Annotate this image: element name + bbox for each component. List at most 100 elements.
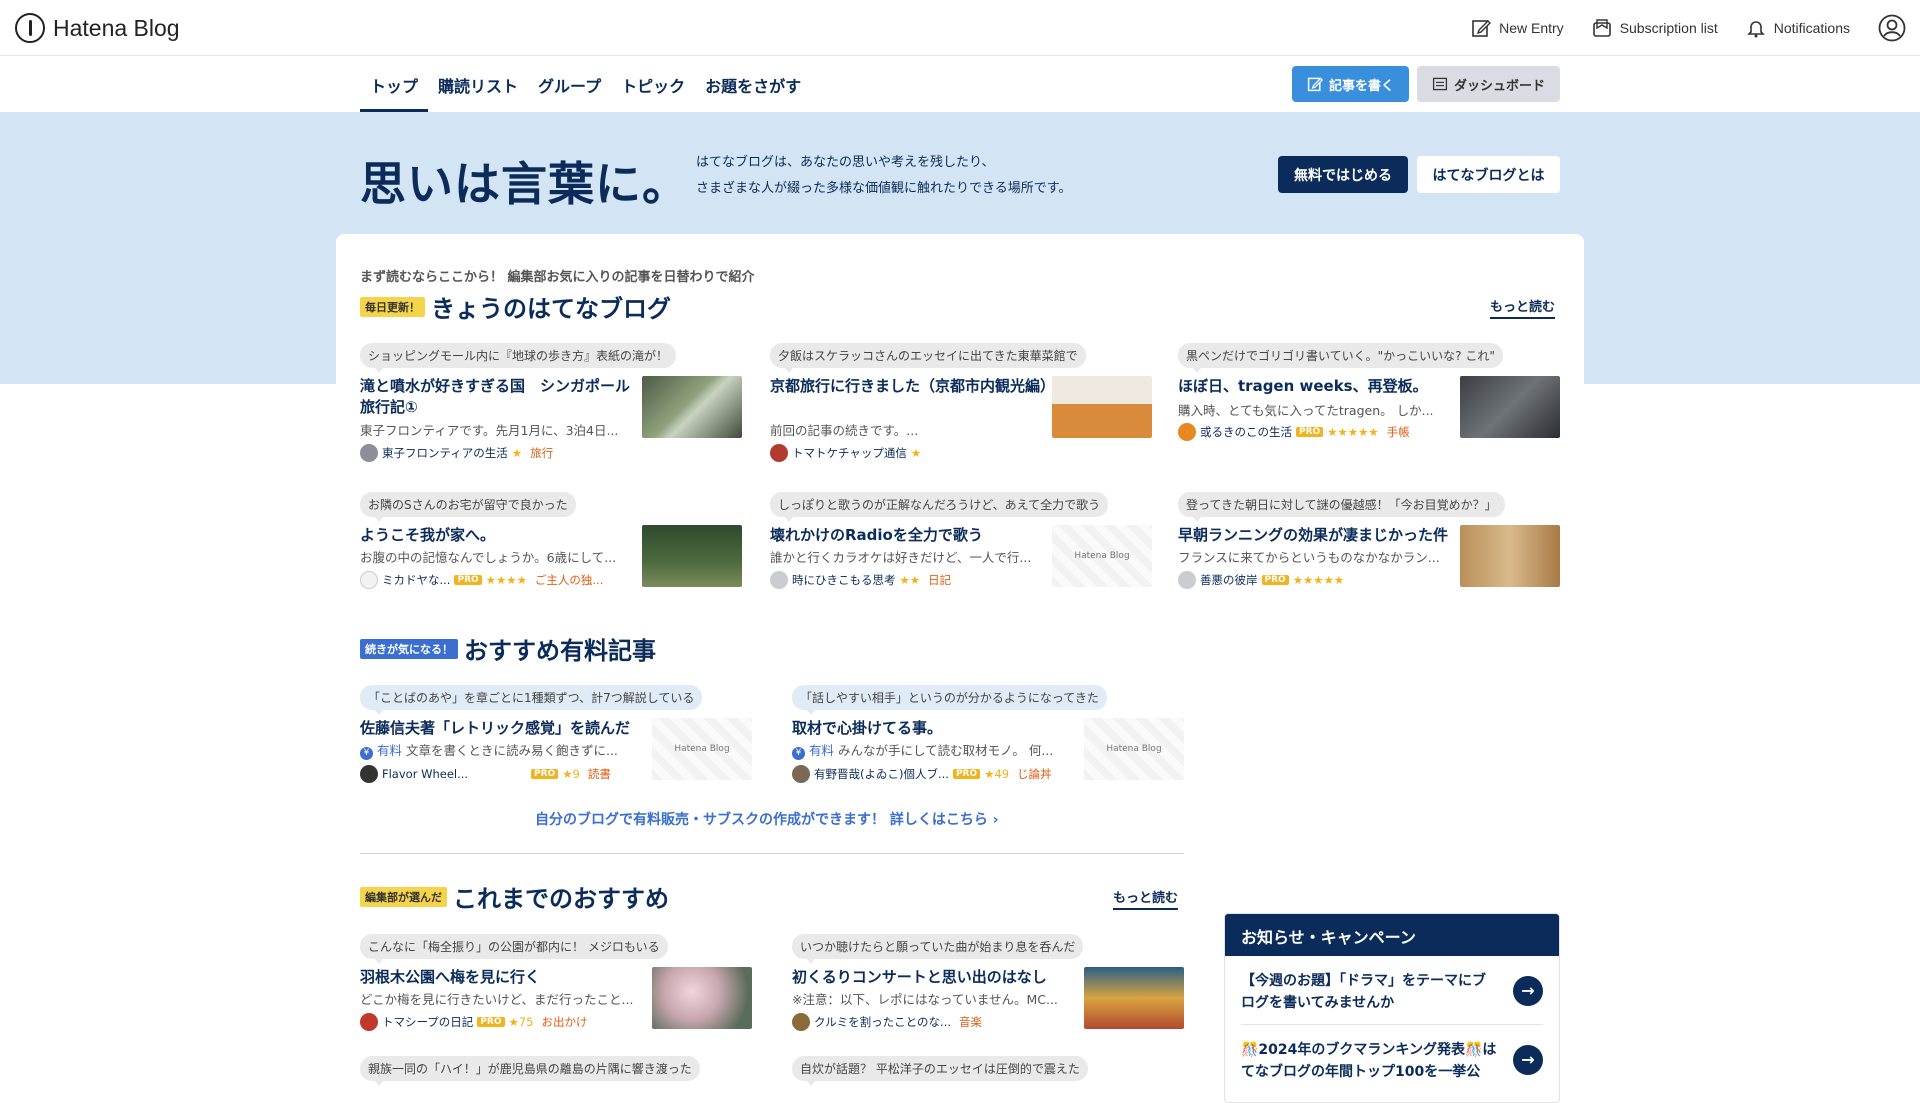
new-entry-label: New Entry	[1499, 20, 1564, 36]
article-excerpt: 文章を書くときに読み易く飽きずに...	[405, 743, 618, 758]
blog-name[interactable]: クルミを割ったことのな...	[814, 1014, 951, 1030]
article-title[interactable]: 佐藤信夫著「レトリック感覚」を読んだ	[360, 718, 640, 739]
pro-badge: PRO	[952, 769, 981, 779]
blog-name[interactable]: 東子フロンティアの生活	[382, 445, 508, 461]
article-meta: Flavor Wheel... PRO ★9 読書	[360, 765, 620, 783]
article-bubble: いつか聴けたらと願っていた曲が始まり息を呑んだ	[792, 934, 1084, 964]
paid-article-card[interactable]: 「話しやすい相手」というのが分かるようになってきた 取材で心掛けてる事。 ¥ 有…	[792, 685, 1184, 784]
top-bar: Hatena Blog New Entry Subscription list …	[0, 0, 1920, 56]
paid-badge: 続きが気になる！	[360, 638, 458, 659]
news-item[interactable]: 🎊2024年のブクマランキング発表🎊はてなブログの年間トップ100を一挙公 →	[1241, 1025, 1543, 1093]
blog-avatar	[360, 765, 378, 783]
article-title[interactable]: ようこそ我が家へ。	[360, 525, 640, 546]
category-tag[interactable]: お出かけ	[541, 1014, 587, 1030]
article-card[interactable]: 親族一同の「ハイ！」が鹿児島県の離島の片隅に響き渡った	[360, 1056, 752, 1086]
article-title[interactable]: 初くるりコンサートと思い出のはなし	[792, 967, 1072, 988]
hatena-logo[interactable]: Hatena Blog	[15, 13, 180, 43]
blog-name[interactable]: ミカドヤな...	[382, 572, 450, 588]
article-card[interactable]: いつか聴けたらと願っていた曲が始まり息を呑んだ 初くるりコンサートと思い出のはな…	[792, 934, 1184, 1033]
category-tag[interactable]: ご主人の独...	[535, 572, 603, 588]
category-tag[interactable]: 読書	[588, 766, 611, 782]
today-badge: 毎日更新！	[360, 296, 425, 317]
article-bubble: 夕飯はスケラッコさんのエッセイに出てきた東華菜館で	[770, 343, 1086, 373]
article-thumbnail[interactable]	[1052, 376, 1152, 438]
tab-topics[interactable]: トピック	[611, 56, 695, 112]
article-thumbnail[interactable]	[642, 525, 742, 587]
article-thumbnail-placeholder[interactable]: Hatena Blog	[1084, 718, 1184, 780]
article-card[interactable]: 夕飯はスケラッコさんのエッセイに出てきた東華菜館で 京都旅行に行きました（京都市…	[770, 343, 1152, 462]
blog-name[interactable]: 善悪の彼岸	[1200, 572, 1258, 588]
article-title[interactable]: ほぼ日、tragen weeks、再登板。	[1178, 376, 1458, 397]
blog-name[interactable]: 有野晋哉(よゐこ)個人ブ...	[814, 766, 949, 782]
tab-subscriptions[interactable]: 購読リスト	[428, 56, 528, 112]
blog-name[interactable]: トマシープの日記	[382, 1014, 473, 1030]
notifications-link[interactable]: Notifications	[1746, 18, 1850, 38]
category-tag[interactable]: じ論丼	[1017, 766, 1052, 782]
article-card[interactable]: 黒ペンだけでゴリゴリ書いていく。"かっこいいな? これ" ほぼ日、tragen …	[1178, 343, 1560, 442]
news-campaign-panel: お知らせ・キャンペーン 【今週のお題】「ドラマ」をテーマにブログを書いてみません…	[1224, 913, 1560, 1103]
article-title[interactable]: 取材で心掛けてる事。	[792, 718, 1072, 739]
blog-name[interactable]: トマトケチャップ通信	[792, 445, 907, 461]
article-card[interactable]: こんなに「梅全振り」の公園が都内に！ メジロもいる 羽根木公園へ梅を見に行く ど…	[360, 934, 752, 1033]
subscription-list-link[interactable]: Subscription list	[1592, 18, 1718, 38]
article-card[interactable]: しっぽりと歌うのが正解なんだろうけど、あえて全力で歌う 壊れかけのRadioを全…	[770, 492, 1152, 591]
article-title[interactable]: 滝と噴水が好きすぎる国 シンガポール旅行記①	[360, 376, 640, 418]
top-nav: New Entry Subscription list Notification…	[1471, 14, 1920, 42]
article-excerpt: ※注意：以下、レポにはなっていません。MC...	[792, 992, 1058, 1007]
news-item-label: 【今週のお題】「ドラマ」をテーマにブログを書いてみませんか	[1241, 973, 1486, 1011]
article-body: 取材で心掛けてる事。 ¥ 有料 みんなが手にして読む取材モノ。 何... 有野晋…	[792, 718, 1184, 784]
article-meta: 東子フロンティアの生活 ★ 旅行	[360, 444, 553, 462]
tab-find-themes[interactable]: お題をさがす	[695, 56, 811, 112]
tab-top[interactable]: トップ	[360, 56, 429, 112]
article-thumbnail[interactable]	[1460, 376, 1560, 438]
section-divider	[360, 853, 1184, 854]
article-card[interactable]: 登ってきた朝日に対して謎の優越感！「今お目覚めか？」 早朝ランニングの効果が凄ま…	[1178, 492, 1560, 591]
today-more-link[interactable]: もっと読む	[1490, 296, 1556, 319]
article-card[interactable]: ショッピングモール内に『地球の歩き方』表紙の滝が！ 滝と噴水が好きすぎる国 シン…	[360, 343, 742, 462]
article-title[interactable]: 羽根木公園へ梅を見に行く	[360, 967, 640, 988]
chevron-right-icon: ›	[992, 812, 999, 828]
new-entry-link[interactable]: New Entry	[1471, 18, 1564, 38]
recommend-section-header: 編集部が選んだ これまでのおすすめ	[360, 879, 669, 914]
paid-info-link[interactable]: 自分のブログで有料販売・サブスクの作成ができます！ 詳しくはこちら ›	[535, 809, 999, 829]
blog-name[interactable]: 或るきのこの生活	[1200, 424, 1292, 440]
category-tag[interactable]: 日記	[928, 572, 951, 588]
article-title[interactable]: 京都旅行に行きました（京都市内観光編）	[770, 376, 1055, 397]
article-thumbnail[interactable]	[1084, 967, 1184, 1029]
paid-title: おすすめ有料記事	[464, 637, 656, 665]
article-body: 初くるりコンサートと思い出のはなし ※注意：以下、レポにはなっていません。MC.…	[792, 967, 1184, 1033]
article-title[interactable]: 壊れかけのRadioを全力で歌う	[770, 525, 1050, 546]
recommend-more-link[interactable]: もっと読む	[1113, 887, 1179, 910]
category-tag[interactable]: 手帳	[1387, 424, 1410, 440]
article-excerpt: みんなが手にして読む取材モノ。 何...	[837, 743, 1054, 758]
paid-article-card[interactable]: 「ことばのあや」を章ごとに1種類ずつ、計7つ解説している 佐藤信夫著「レトリック…	[360, 685, 752, 784]
article-thumbnail[interactable]	[642, 376, 742, 438]
article-thumbnail[interactable]	[652, 967, 752, 1029]
yen-icon: ¥	[360, 747, 373, 760]
arrow-right-icon[interactable]: →	[1513, 976, 1543, 1006]
notifications-label: Notifications	[1773, 20, 1850, 36]
subscription-icon	[1592, 19, 1611, 37]
write-article-button[interactable]: 記事を書く	[1292, 66, 1409, 102]
arrow-right-icon[interactable]: →	[1513, 1045, 1543, 1075]
article-body: 羽根木公園へ梅を見に行く どこか梅を見に行きたいけど、まだ行ったこと... トマ…	[360, 967, 752, 1033]
article-thumbnail-placeholder[interactable]: Hatena Blog	[1052, 525, 1152, 587]
user-account-icon[interactable]	[1878, 14, 1906, 42]
hero-title: 思いは言葉に。	[360, 157, 689, 211]
start-free-button[interactable]: 無料ではじめる	[1278, 156, 1408, 193]
news-item[interactable]: 【今週のお題】「ドラマ」をテーマにブログを書いてみませんか →	[1241, 956, 1543, 1025]
category-tag[interactable]: 音楽	[959, 1014, 982, 1030]
about-hatena-button[interactable]: はてなブログとは	[1417, 156, 1560, 193]
paid-label: 有料	[808, 743, 834, 758]
article-card[interactable]: 自炊が話題？ 平松洋子のエッセイは圧倒的で震えた	[792, 1056, 1184, 1086]
article-title[interactable]: 早朝ランニングの効果が凄まじかった件	[1178, 525, 1458, 546]
article-thumbnail-placeholder[interactable]: Hatena Blog	[652, 718, 752, 780]
blog-name[interactable]: 時にひきこもる思考	[792, 572, 896, 588]
article-card[interactable]: お隣のSさんのお宅が留守で良かった ようこそ我が家へ。 お腹の中の記憶なんでしょ…	[360, 492, 742, 591]
blog-name[interactable]: Flavor Wheel...	[382, 767, 527, 781]
article-meta: トマトケチャップ通信 ★	[770, 444, 921, 462]
article-thumbnail[interactable]	[1460, 525, 1560, 587]
category-tag[interactable]: 旅行	[530, 445, 553, 461]
dashboard-button[interactable]: ダッシュボード	[1417, 66, 1560, 102]
tab-groups[interactable]: グループ	[528, 56, 611, 112]
